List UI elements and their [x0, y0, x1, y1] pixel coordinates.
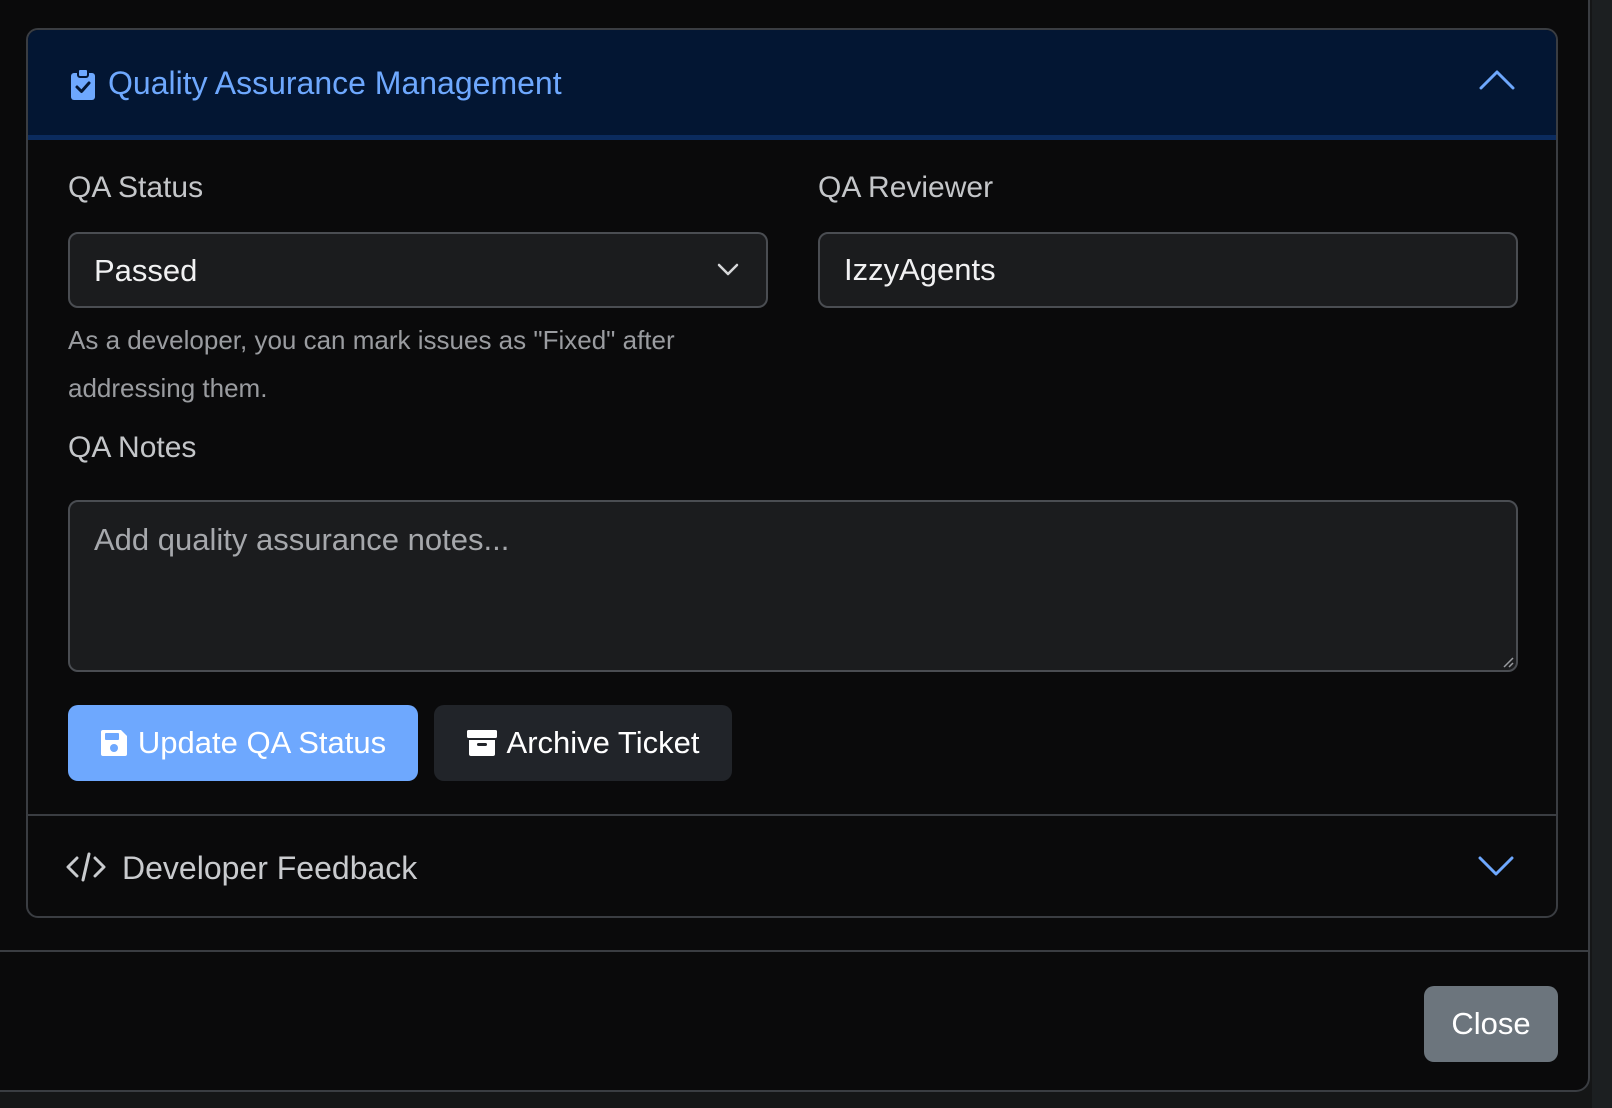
- update-qa-status-button[interactable]: Update QA Status: [68, 705, 418, 781]
- qa-notes-textarea[interactable]: [68, 500, 1518, 672]
- qa-reviewer-input[interactable]: [818, 232, 1518, 308]
- qa-status-value: Passed: [94, 253, 198, 288]
- developer-feedback-header[interactable]: Developer Feedback: [28, 816, 1556, 916]
- chevron-down-icon: [717, 263, 739, 276]
- chevron-down-icon: [1478, 856, 1514, 876]
- archive-ticket-button[interactable]: Archive Ticket: [434, 705, 732, 781]
- archive-box-icon: [466, 730, 497, 756]
- clipboard-check-icon: [71, 68, 95, 100]
- qa-status-select[interactable]: Passed: [68, 232, 768, 308]
- qa-status-help-text: As a developer, you can mark issues as "…: [68, 325, 675, 403]
- modal-footer-divider: [0, 950, 1590, 952]
- update-qa-status-label: Update QA Status: [137, 725, 387, 760]
- qa-notes-label: QA Notes: [68, 431, 197, 464]
- chevron-up-icon: [1479, 70, 1515, 90]
- developer-feedback-title: Developer Feedback: [122, 850, 418, 886]
- qa-accordion: Quality Assurance Management QA Status Q…: [26, 28, 1558, 918]
- qa-reviewer-label: QA Reviewer: [818, 171, 994, 204]
- resize-grip-icon[interactable]: [1502, 656, 1514, 668]
- close-button[interactable]: Close: [1424, 986, 1558, 1062]
- archive-ticket-label: Archive Ticket: [506, 725, 700, 760]
- qa-status-label: QA Status: [68, 171, 204, 204]
- qa-section-title: Quality Assurance Management: [108, 65, 562, 101]
- code-icon: [66, 852, 106, 882]
- ticket-modal: Quality Assurance Management QA Status Q…: [0, 0, 1590, 1092]
- backdrop-edge: [1592, 0, 1612, 1108]
- qa-accordion-header[interactable]: Quality Assurance Management: [28, 30, 1556, 140]
- floppy-disk-icon: [100, 730, 127, 756]
